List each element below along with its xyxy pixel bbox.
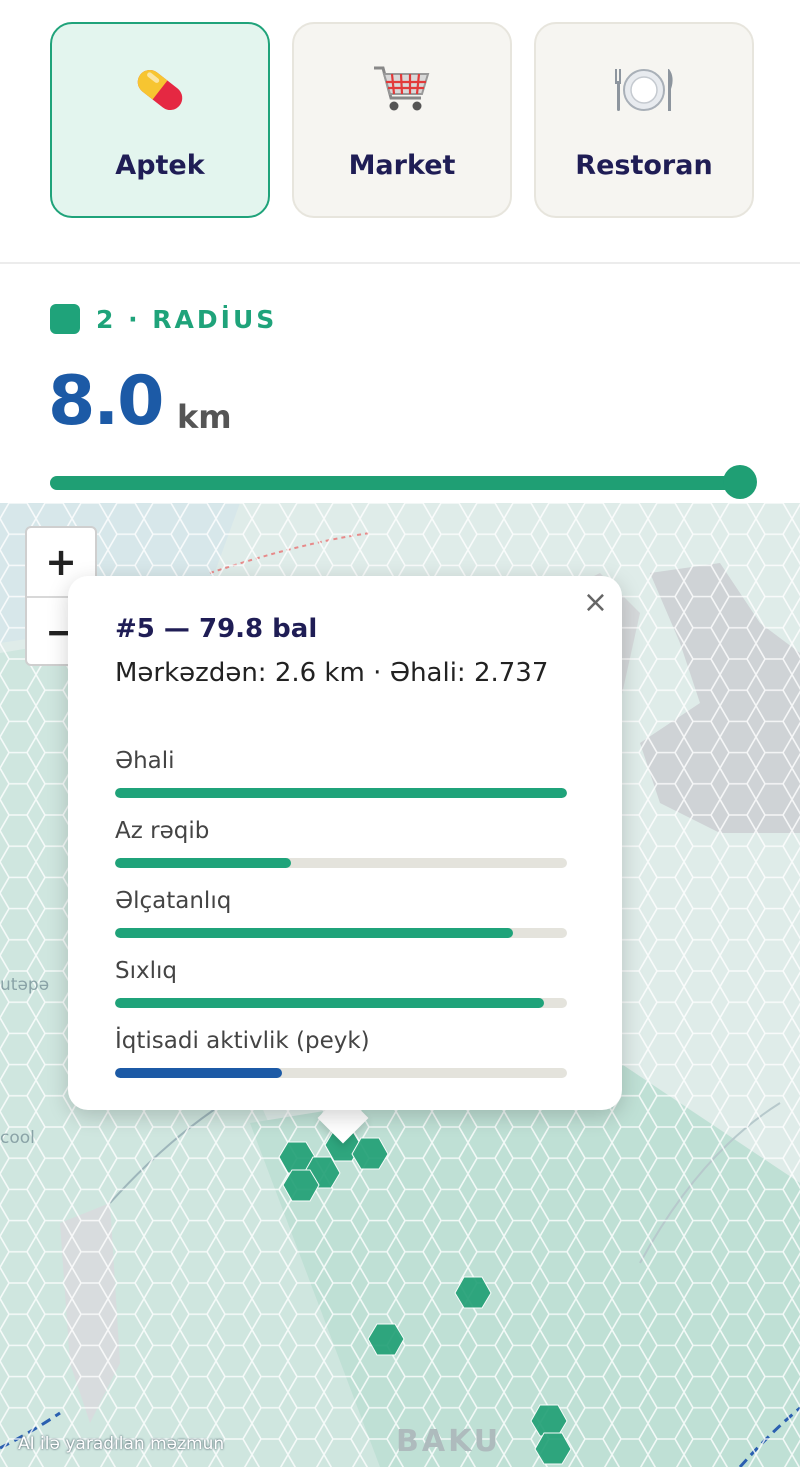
metric-bar-fill	[115, 1068, 283, 1078]
metric-bar	[115, 788, 567, 798]
radius-value: 8.0	[48, 362, 164, 441]
map-place-label: utəpə	[0, 975, 50, 995]
section-title: 2 · RADİUS	[96, 304, 278, 334]
metric-iqtisadi-aktivlik: İqtisadi aktivlik (peyk)	[115, 1028, 567, 1078]
category-label: Market	[348, 150, 456, 181]
metric-bar-fill	[115, 788, 567, 798]
radius-slider[interactable]	[50, 465, 757, 499]
metric-label: Az rəqib	[115, 818, 210, 844]
metric-bar	[115, 998, 567, 1008]
category-card-restoran[interactable]: Restoran	[534, 22, 754, 218]
metric-bar-fill	[115, 998, 545, 1008]
metric-bar	[115, 858, 567, 868]
radius-unit: km	[177, 398, 232, 436]
pill-icon	[52, 60, 268, 120]
location-popup: × #5 — 79.8 bal Mərkəzdən: 2.6 km · Əhal…	[68, 576, 622, 1110]
plate-cutlery-icon	[536, 60, 752, 120]
close-icon[interactable]: ×	[583, 588, 608, 618]
shopping-cart-icon	[294, 60, 510, 120]
section-marker-icon	[50, 304, 80, 334]
metric-label: İqtisadi aktivlik (peyk)	[115, 1028, 370, 1054]
metric-label: Əhali	[115, 748, 175, 774]
map-city-label: BAKU	[396, 1424, 502, 1459]
popup-subtitle: Mərkəzdən: 2.6 km · Əhali: 2.737	[115, 658, 549, 688]
radius-slider-handle[interactable]	[723, 465, 757, 499]
metric-label: Sıxlıq	[115, 958, 177, 984]
metric-bar-fill	[115, 858, 292, 868]
metric-bar	[115, 928, 567, 938]
metric-az-reqib: Az rəqib	[115, 818, 567, 868]
radius-section-header: 2 · RADİUS	[50, 304, 277, 334]
metric-elcatanliq: Əlçatanlıq	[115, 888, 567, 938]
category-card-market[interactable]: Market	[292, 22, 512, 218]
metric-label: Əlçatanlıq	[115, 888, 232, 914]
metric-bar-fill	[115, 928, 513, 938]
ai-watermark: AI ilə yaradılan məzmun	[18, 1434, 225, 1454]
map-place-label: cool	[0, 1128, 35, 1148]
category-label: Aptek	[115, 150, 205, 181]
category-selector: Aptek Market Restoran	[0, 0, 800, 264]
metric-sixliq: Sıxlıq	[115, 958, 567, 1008]
metric-ehali: Əhali	[115, 748, 567, 798]
category-label: Restoran	[575, 150, 713, 181]
category-card-aptek[interactable]: Aptek	[50, 22, 270, 218]
popup-title: #5 — 79.8 bal	[115, 614, 318, 644]
metric-bar	[115, 1068, 567, 1078]
radius-slider-fill	[50, 476, 740, 490]
